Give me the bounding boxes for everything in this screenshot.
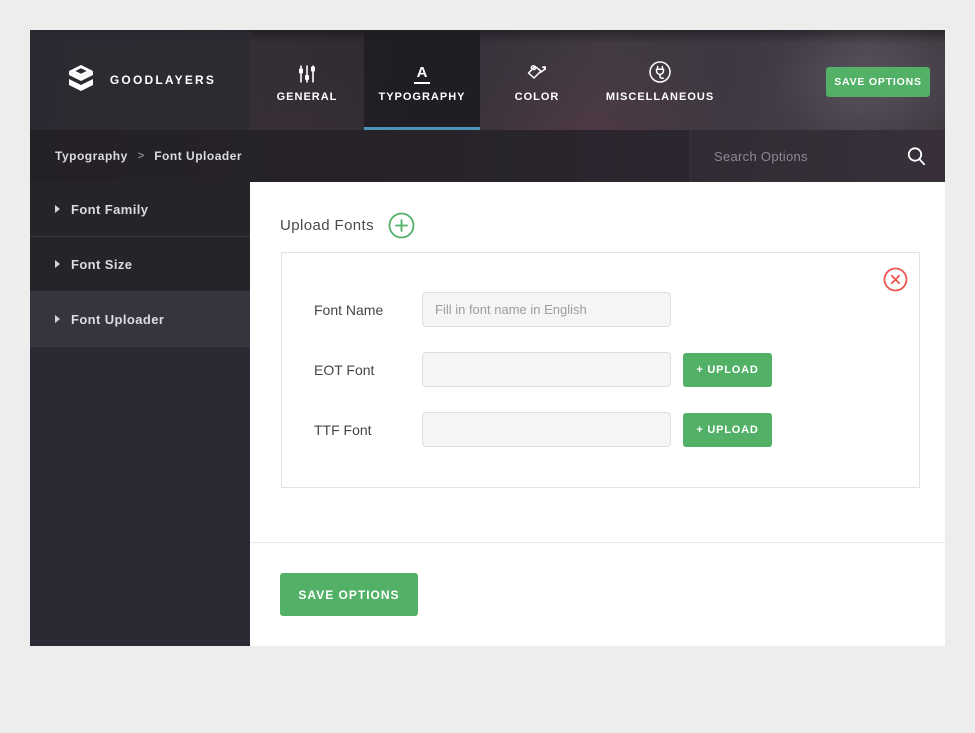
brand-logo[interactable]: GOODLAYERS (30, 30, 250, 130)
sidebar: Font Family Font Size Font Uploader (30, 182, 250, 646)
tab-typography[interactable]: A TYPOGRAPHY (364, 30, 480, 130)
theme-options-window: GOODLAYERS GENERAL A TYPOGRAPHY COLOR MI… (30, 30, 945, 646)
search-input[interactable] (714, 148, 906, 164)
tab-typography-label: TYPOGRAPHY (378, 90, 466, 103)
content-divider (250, 542, 945, 543)
tab-miscellaneous-label: MISCELLANEOUS (605, 90, 715, 103)
font-name-input[interactable] (422, 292, 671, 327)
tab-general[interactable]: GENERAL (250, 30, 364, 130)
top-nav-bar: GOODLAYERS GENERAL A TYPOGRAPHY COLOR MI… (30, 30, 945, 130)
breadcrumb-bar: Typography > Font Uploader (30, 130, 945, 182)
plus-circle-icon[interactable] (388, 212, 415, 239)
tab-general-label: GENERAL (276, 90, 338, 103)
goodlayers-cube-icon (64, 64, 98, 96)
sidebar-item-font-size[interactable]: Font Size (30, 237, 250, 292)
caret-right-icon (55, 315, 60, 323)
search-region (690, 130, 945, 182)
eot-font-label: EOT Font (314, 361, 375, 378)
sidebar-item-font-uploader[interactable]: Font Uploader (30, 292, 250, 347)
close-circle-icon[interactable] (883, 267, 908, 292)
tab-color[interactable]: COLOR (480, 30, 594, 130)
tab-miscellaneous[interactable]: MISCELLANEOUS (594, 30, 726, 130)
breadcrumb-section[interactable]: Typography (55, 149, 128, 163)
search-icon[interactable] (906, 146, 927, 167)
ttf-font-row: TTF Font + UPLOAD (314, 412, 919, 447)
breadcrumb-page[interactable]: Font Uploader (154, 149, 242, 163)
ttf-upload-button[interactable]: + UPLOAD (683, 412, 772, 447)
ttf-font-label: TTF Font (314, 421, 372, 438)
tab-color-label: COLOR (514, 90, 560, 103)
eot-font-row: EOT Font + UPLOAD (314, 352, 919, 387)
font-name-label: Font Name (314, 301, 384, 318)
caret-right-icon (55, 205, 60, 213)
save-options-button-bottom[interactable]: SAVE OPTIONS (280, 573, 418, 616)
section-title: Upload Fonts (280, 217, 375, 234)
paint-bucket-icon (525, 58, 549, 84)
content-panel: Upload Fonts Font Name Fill in font name… (250, 182, 945, 646)
font-upload-card: Font Name EOT Font + UPLOAD TTF Font + U… (281, 252, 920, 488)
eot-upload-button[interactable]: + UPLOAD (683, 352, 772, 387)
breadcrumb-separator: > (137, 150, 145, 162)
brand-name: GOODLAYERS (109, 73, 217, 87)
typography-a-icon: A (413, 58, 431, 84)
sliders-icon (296, 58, 318, 84)
sidebar-item-font-family[interactable]: Font Family (30, 182, 250, 237)
eot-font-input[interactable] (422, 352, 671, 387)
plug-icon (648, 58, 672, 84)
ttf-font-input[interactable] (422, 412, 671, 447)
save-options-button-top[interactable]: SAVE OPTIONS (826, 67, 930, 97)
caret-right-icon (55, 260, 60, 268)
font-name-row: Font Name (314, 292, 919, 327)
